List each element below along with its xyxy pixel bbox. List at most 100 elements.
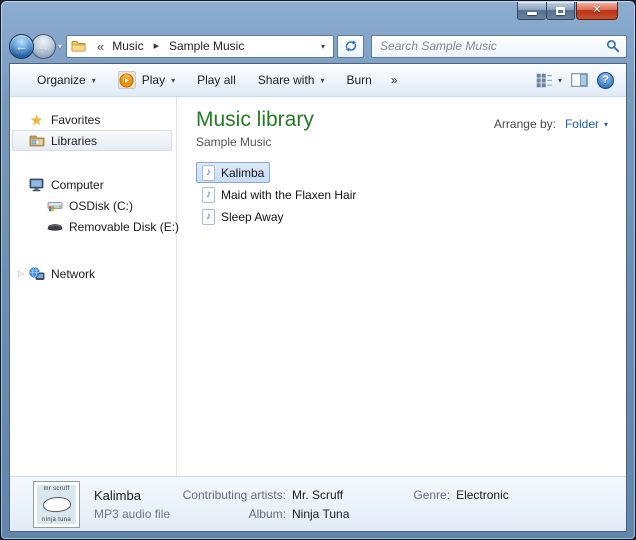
refresh-icon [344, 39, 358, 53]
removable-disk-label: Removable Disk (E:) [69, 220, 179, 234]
sidebar-item-computer[interactable]: Computer [10, 174, 176, 195]
arrange-by-value: Folder [565, 117, 599, 131]
toolbar-right-group: ▾ ? [536, 72, 614, 89]
genre-field: Genre: Electronic [413, 488, 508, 502]
libraries-icon [28, 133, 45, 149]
change-view-button[interactable]: ▾ [536, 73, 562, 88]
album-value: Ninja Tuna [292, 507, 349, 521]
network-label: Network [51, 267, 95, 281]
sidebar-item-osdisk-c[interactable]: OSDisk (C:) [10, 195, 176, 216]
burn-label: Burn [346, 73, 371, 87]
osdisk-label: OSDisk (C:) [69, 199, 133, 213]
address-dropdown-icon[interactable]: ▾ [317, 42, 329, 51]
window-content: Organize ▾ Play ▾ Play all Share with ▾ … [9, 63, 627, 532]
file-list-pane: Music library Sample Music Arrange by: F… [177, 97, 626, 476]
share-with-label: Share with [258, 73, 315, 87]
details-file-type: MP3 audio file [94, 507, 172, 521]
explorer-window: ✕ ← → ▾ « Music ▶ Sample Music ▾ [0, 0, 636, 540]
command-toolbar: Organize ▾ Play ▾ Play all Share with ▾ … [10, 64, 626, 97]
music-note-icon: ♪ [202, 209, 215, 225]
refresh-button[interactable] [337, 35, 364, 58]
minimize-icon [527, 12, 537, 15]
play-all-button[interactable]: Play all [186, 68, 247, 92]
maximize-icon [556, 7, 565, 15]
breadcrumb-overflow-chevrons[interactable]: « [93, 39, 109, 54]
album-art-bottom-text: ninja tuna [42, 517, 71, 523]
burn-button[interactable]: Burn [335, 68, 382, 92]
breadcrumb-item-sample-music[interactable]: Sample Music [166, 39, 247, 53]
file-item-maid-with-the-flaxen-hair[interactable]: ♪ Maid with the Flaxen Hair [196, 184, 362, 205]
removable-drive-icon [46, 219, 63, 235]
computer-icon [28, 177, 45, 193]
preview-pane-icon [571, 73, 588, 87]
sidebar-item-network[interactable]: ▷ Network [10, 263, 176, 284]
chevron-down-icon: ▾ [320, 76, 324, 85]
back-button[interactable]: ← [9, 34, 34, 59]
window-controls: ✕ [517, 2, 618, 20]
chevron-down-icon: ▾ [558, 76, 562, 85]
search-icon[interactable] [606, 39, 620, 53]
contributing-artists-value: Mr. Scruff [292, 488, 349, 502]
expander-collapsed-icon[interactable]: ▷ [14, 269, 28, 278]
chevron-down-icon: ▾ [604, 120, 608, 129]
close-button[interactable]: ✕ [576, 2, 618, 20]
preview-pane-button[interactable] [571, 73, 588, 87]
play-all-label: Play all [197, 73, 236, 87]
forward-arrow-icon: → [37, 40, 50, 53]
folder-icon [70, 38, 87, 54]
breadcrumb-separator-icon[interactable]: ▶ [147, 42, 166, 50]
arrange-by: Arrange by: Folder ▾ [494, 117, 608, 131]
maximize-button[interactable] [546, 2, 575, 20]
sidebar-item-libraries[interactable]: Libraries [12, 130, 172, 151]
address-bar[interactable]: « Music ▶ Sample Music ▾ [66, 35, 334, 58]
page-subtitle: Sample Music [196, 135, 610, 149]
file-name: Sleep Away [221, 210, 284, 224]
music-note-icon: ♪ [202, 187, 215, 203]
title-bar[interactable]: ✕ [1, 1, 635, 29]
views-grid-icon [536, 73, 553, 88]
details-file-title: Kalimba [94, 488, 172, 503]
close-icon: ✕ [592, 5, 601, 16]
album-art-blob-drawing [42, 495, 71, 513]
minimize-button[interactable] [517, 2, 546, 20]
genre-label: Genre: [413, 488, 450, 502]
navigation-bar: ← → ▾ « Music ▶ Sample Music ▾ [1, 29, 635, 63]
file-item-sleep-away[interactable]: ♪ Sleep Away [196, 206, 290, 227]
play-icon [118, 71, 136, 89]
arrange-by-label: Arrange by: [494, 117, 556, 131]
recent-pages-chevron-icon[interactable]: ▾ [58, 42, 62, 51]
navigation-pane: ★ Favorites Libraries Computer [10, 97, 177, 476]
album-label: Album: [176, 507, 286, 521]
organize-button[interactable]: Organize ▾ [26, 68, 107, 92]
search-input[interactable] [380, 39, 606, 53]
share-with-button[interactable]: Share with ▾ [247, 68, 336, 92]
organize-label: Organize [37, 73, 86, 87]
computer-label: Computer [51, 178, 104, 192]
music-note-icon: ♪ [202, 165, 215, 181]
play-button[interactable]: Play ▾ [107, 68, 186, 92]
arrange-by-dropdown[interactable]: Folder ▾ [565, 117, 608, 131]
file-item-kalimba[interactable]: ♪ Kalimba [196, 162, 270, 183]
genre-value: Electronic [456, 488, 509, 502]
album-art: mr scruff ninja tuna [33, 481, 80, 528]
network-icon [28, 266, 45, 282]
body-row: ★ Favorites Libraries Computer [10, 97, 626, 476]
search-box[interactable] [371, 35, 627, 58]
forward-button[interactable]: → [31, 34, 56, 59]
contributing-artists-label: Contributing artists: [176, 488, 286, 502]
breadcrumb-item-music[interactable]: Music [109, 39, 146, 53]
file-name: Kalimba [221, 166, 264, 180]
help-button[interactable]: ? [597, 72, 614, 89]
sidebar-item-removable-disk-e[interactable]: Removable Disk (E:) [10, 216, 176, 237]
libraries-label: Libraries [51, 134, 97, 148]
sidebar-item-favorites[interactable]: ★ Favorites [10, 109, 176, 130]
question-mark-icon: ? [602, 74, 609, 86]
toolbar-overflow-chevron[interactable]: » [383, 73, 406, 87]
album-art-top-text: mr scruff [44, 486, 70, 492]
back-arrow-icon: ← [15, 40, 28, 53]
play-label: Play [142, 73, 165, 87]
chevron-down-icon: ▾ [171, 76, 175, 85]
chevron-down-icon: ▾ [92, 76, 96, 85]
file-list: ♪ Kalimba ♪ Maid with the Flaxen Hair ♪ … [196, 162, 610, 227]
favorites-label: Favorites [51, 113, 100, 127]
